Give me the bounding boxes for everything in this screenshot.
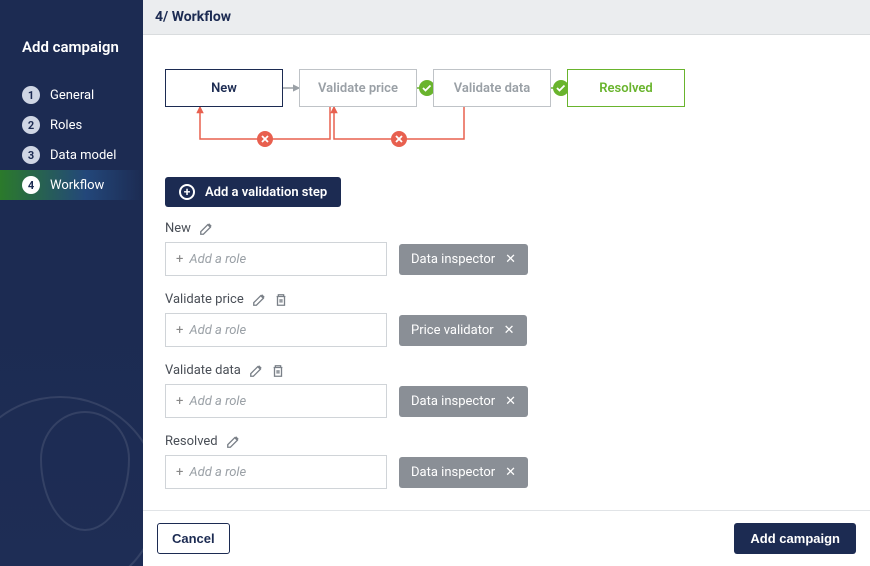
sidebar-item-roles[interactable]: 2 Roles xyxy=(0,110,143,140)
sidebar-item-general[interactable]: 1 General xyxy=(0,80,143,110)
role-chip-label: Data inspector xyxy=(411,465,495,480)
step-group-validate-data: Validate data + Add a role Data inspecto… xyxy=(165,363,870,418)
step-header: Validate data xyxy=(165,363,870,378)
delete-icon[interactable] xyxy=(274,293,288,307)
plus-icon: + xyxy=(176,465,183,480)
step-row: + Add a role Data inspector ✕ xyxy=(165,242,870,276)
role-chip-label: Price validator xyxy=(411,323,494,338)
workflow-node-resolved[interactable]: Resolved xyxy=(567,69,685,107)
step-number-icon: 4 xyxy=(22,176,40,194)
step-header: Validate price xyxy=(165,292,870,307)
step-group-new: New + Add a role Data inspector ✕ xyxy=(165,221,870,276)
content: New Validate price Validate data Resolve… xyxy=(143,35,870,510)
breadcrumb: 4/ Workflow xyxy=(155,9,231,25)
role-chip: Data inspector ✕ xyxy=(399,244,528,275)
edit-icon[interactable] xyxy=(199,222,213,236)
workflow-diagram: New Validate price Validate data Resolve… xyxy=(165,57,870,177)
add-step-label: Add a validation step xyxy=(205,185,327,200)
step-group-resolved: Resolved + Add a role Data inspector ✕ xyxy=(165,434,870,489)
add-campaign-button[interactable]: Add campaign xyxy=(734,523,856,554)
step-name: Validate data xyxy=(165,363,241,378)
cancel-button[interactable]: Cancel xyxy=(157,523,230,554)
edit-icon[interactable] xyxy=(249,364,263,378)
step-number-icon: 2 xyxy=(22,116,40,134)
role-chip: Price validator ✕ xyxy=(399,315,527,346)
sidebar-nav: 1 General 2 Roles 3 Data model 4 Workflo… xyxy=(0,80,143,200)
step-number-icon: 3 xyxy=(22,146,40,164)
sidebar-item-data-model[interactable]: 3 Data model xyxy=(0,140,143,170)
step-header: New xyxy=(165,221,870,236)
sidebar-item-label: Workflow xyxy=(50,178,104,193)
add-role-placeholder: Add a role xyxy=(189,323,246,338)
role-chip: Data inspector ✕ xyxy=(399,386,528,417)
sidebar-item-label: Data model xyxy=(50,148,116,163)
plus-icon: + xyxy=(176,252,183,267)
remove-role-icon[interactable]: ✕ xyxy=(505,394,516,409)
step-group-validate-price: Validate price + Add a role Price valida… xyxy=(165,292,870,347)
page-header: 4/ Workflow xyxy=(143,0,870,35)
remove-role-icon[interactable]: ✕ xyxy=(505,252,516,267)
step-row: + Add a role Data inspector ✕ xyxy=(165,455,870,489)
plus-circle-icon: + xyxy=(179,184,195,200)
add-role-input[interactable]: + Add a role xyxy=(165,313,387,347)
remove-role-icon[interactable]: ✕ xyxy=(505,465,516,480)
step-name: Resolved xyxy=(165,434,218,449)
sidebar: Add campaign 1 General 2 Roles 3 Data mo… xyxy=(0,0,143,566)
role-chip-label: Data inspector xyxy=(411,394,495,409)
role-chip: Data inspector ✕ xyxy=(399,457,528,488)
delete-icon[interactable] xyxy=(271,364,285,378)
footer: Cancel Add campaign xyxy=(143,510,870,566)
step-name: Validate price xyxy=(165,292,244,307)
add-validation-step-button[interactable]: + Add a validation step xyxy=(165,177,341,207)
step-row: + Add a role Price validator ✕ xyxy=(165,313,870,347)
add-role-input[interactable]: + Add a role xyxy=(165,455,387,489)
edit-icon[interactable] xyxy=(226,435,240,449)
plus-icon: + xyxy=(176,394,183,409)
step-number-icon: 1 xyxy=(22,86,40,104)
remove-role-icon[interactable]: ✕ xyxy=(504,323,515,338)
step-row: + Add a role Data inspector ✕ xyxy=(165,384,870,418)
step-name: New xyxy=(165,221,191,236)
main: 4/ Workflow xyxy=(143,0,870,566)
sidebar-title: Add campaign xyxy=(0,0,143,80)
workflow-node-validate-data[interactable]: Validate data xyxy=(433,69,551,107)
role-chip-label: Data inspector xyxy=(411,252,495,267)
sidebar-item-label: Roles xyxy=(50,118,82,133)
step-header: Resolved xyxy=(165,434,870,449)
sidebar-item-label: General xyxy=(50,88,94,103)
plus-icon: + xyxy=(176,323,183,338)
workflow-node-validate-price[interactable]: Validate price xyxy=(299,69,417,107)
add-role-input[interactable]: + Add a role xyxy=(165,242,387,276)
sidebar-item-workflow[interactable]: 4 Workflow xyxy=(0,170,143,200)
add-role-placeholder: Add a role xyxy=(189,465,246,480)
workflow-node-new[interactable]: New xyxy=(165,69,283,107)
add-role-placeholder: Add a role xyxy=(189,394,246,409)
add-role-input[interactable]: + Add a role xyxy=(165,384,387,418)
edit-icon[interactable] xyxy=(252,293,266,307)
add-role-placeholder: Add a role xyxy=(189,252,246,267)
